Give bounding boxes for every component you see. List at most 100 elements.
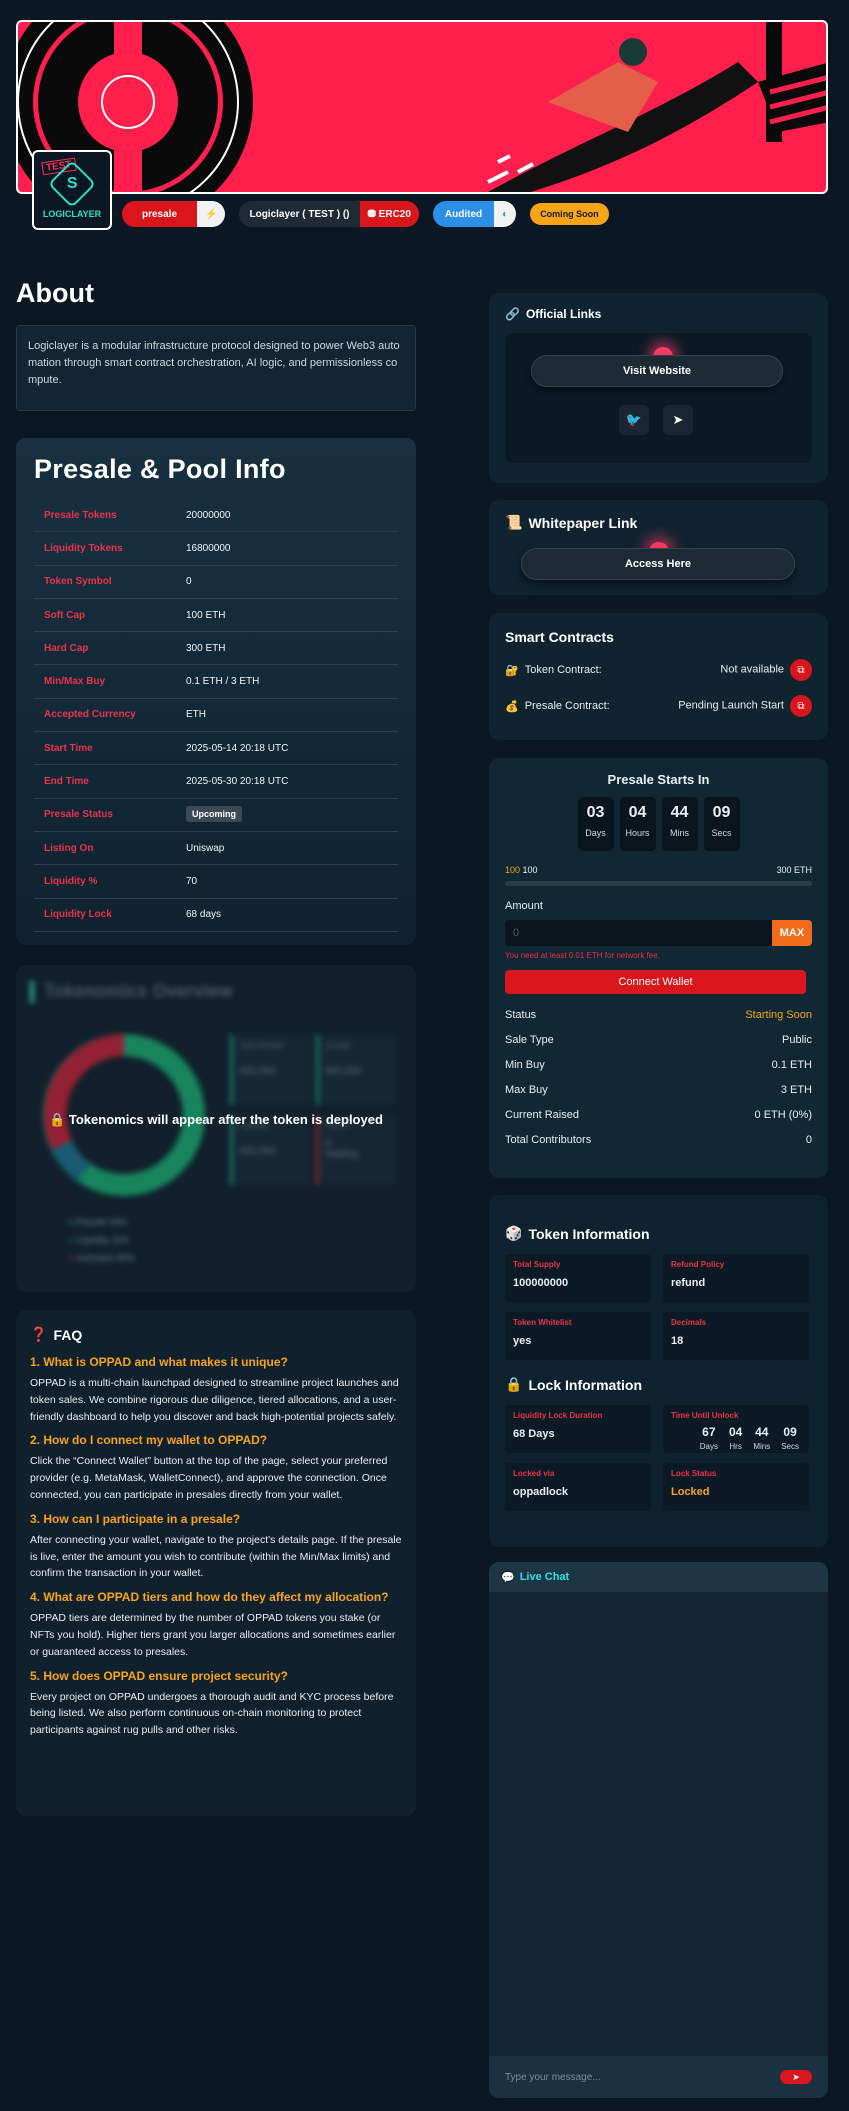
- banner-artwork: [18, 22, 826, 192]
- countdown-unit: 09 Secs: [703, 797, 740, 851]
- pool-info-value: 0: [186, 576, 192, 588]
- link-icon: 🔗: [505, 307, 520, 321]
- connect-wallet-button[interactable]: Connect Wallet: [505, 970, 806, 994]
- pool-info-row: Hard Cap 300 ETH: [34, 632, 398, 666]
- faq-question[interactable]: 2. How do I connect my wallet to OPPAD?: [30, 1433, 402, 1447]
- token-info-cell: Refund Policy refund: [663, 1254, 809, 1302]
- about-description: Logiclayer is a modular infrastructure p…: [16, 325, 416, 411]
- chat-message-input[interactable]: Type your message...: [505, 2072, 601, 2083]
- unlock-countdown-unit: 09 Secs: [781, 1425, 799, 1451]
- scroll-icon: 📜: [505, 514, 523, 530]
- token-info-title: Token Information: [528, 1225, 650, 1242]
- amount-input[interactable]: 0: [505, 920, 772, 946]
- whitepaper-card: 📜 Whitepaper Link Access Here: [489, 500, 828, 595]
- live-chat-panel: 💬 Live Chat Type your message... ➤: [489, 1562, 828, 2098]
- pool-info-row: Liquidity Lock 68 days: [34, 899, 398, 932]
- pool-info-row: Start Time 2025-05-14 20:18 UTC: [34, 732, 398, 766]
- dice-icon: 🎲: [505, 1225, 523, 1241]
- pool-info-value: 70: [186, 875, 198, 887]
- countdown-unit: 44 Mins: [661, 797, 698, 851]
- presale-badge: presale ⚡: [122, 201, 226, 227]
- presale-contract-row: 💰 Presale Contract: Pending Launch Start ⧉: [505, 695, 812, 717]
- pool-info-row: End Time 2025-05-30 20:18 UTC: [34, 765, 398, 799]
- presale-stat-row: Total Contributors 0: [505, 1133, 812, 1146]
- chain-badge: Logiclayer ( TEST ) () ⛃ ERC20: [239, 201, 419, 227]
- visit-website-button[interactable]: Visit Website: [531, 355, 783, 387]
- token-info-cell: Token Whitelist yes: [505, 1312, 651, 1360]
- token-contract-value: Not available: [720, 663, 784, 676]
- access-whitepaper-button[interactable]: Access Here: [521, 548, 795, 580]
- telegram-icon[interactable]: ➤: [663, 405, 693, 435]
- tokenomics-blurred-preview: Tokenomics Overview ● Presale 44% ● Liqu…: [16, 965, 416, 1292]
- presale-widget: Presale Starts In 03 Days 04 Hours 44 Mins 09 S…: [489, 758, 828, 1178]
- pool-info-row: Presale Tokens 20000000: [34, 499, 398, 533]
- pool-info-value: 0.1 ETH / 3 ETH: [186, 676, 260, 688]
- copy-icon[interactable]: ⧉: [790, 659, 812, 681]
- lock-icon: 🔒: [505, 1376, 523, 1392]
- faq-question[interactable]: 4. What are OPPAD tiers and how do they …: [30, 1590, 402, 1604]
- network-fee-warning: You need at least 0.01 ETH for network f…: [505, 951, 660, 960]
- pool-info-row: Listing On Uniswap: [34, 832, 398, 866]
- pool-info-label: Liquidity Lock: [44, 909, 112, 921]
- presale-status-badge: Upcoming: [186, 806, 242, 823]
- audit-badge[interactable]: Audited ◐: [432, 201, 517, 227]
- token-info-cell: Total Supply 100000000: [505, 1254, 651, 1302]
- pool-info-row: Liquidity Tokens 16800000: [34, 532, 398, 566]
- pool-info-value: 100 ETH: [186, 609, 226, 621]
- pool-info-row: Accepted Currency ETH: [34, 699, 398, 733]
- token-contract-row: 🔐 Token Contract: Not available ⧉: [505, 659, 812, 681]
- faq-question[interactable]: 3. How can I participate in a presale?: [30, 1512, 402, 1526]
- links-panel: Visit Website 🐦 ➤: [505, 333, 812, 463]
- pool-info-title: Presale & Pool Info: [34, 454, 286, 484]
- presale-stat-row: Max Buy 3 ETH: [505, 1083, 812, 1096]
- copy-icon[interactable]: ⧉: [790, 695, 812, 717]
- pool-info-value: Uniswap: [186, 842, 225, 854]
- pool-info-label: Hard Cap: [44, 642, 89, 654]
- pool-info-label: Min/Max Buy: [44, 676, 106, 688]
- pool-info-value: 16800000: [186, 542, 231, 554]
- token-info-cell: Decimals 18: [663, 1312, 809, 1360]
- faq-question[interactable]: 5. How does OPPAD ensure project securit…: [30, 1669, 402, 1683]
- official-links-title: Official Links: [525, 307, 602, 321]
- unlock-countdown-unit: 67 Days: [699, 1425, 718, 1451]
- faq-answer: After connecting your wallet, navigate t…: [30, 1533, 402, 1580]
- presale-stat-row: Current Raised 0 ETH (0%): [505, 1108, 812, 1121]
- official-links-card: 🔗 Official Links Visit Website 🐦 ➤: [489, 293, 828, 483]
- project-logo: TEST S LOGICLAYER: [32, 150, 112, 230]
- project-banner: [16, 20, 828, 194]
- presale-progress-bar: [505, 881, 812, 886]
- question-icon: ❓: [30, 1326, 48, 1342]
- lock-key-icon: 🔐: [505, 664, 519, 677]
- soft-cap-marker: 100: [505, 865, 521, 875]
- money-bag-icon: 💰: [505, 700, 519, 713]
- max-button[interactable]: MAX: [772, 920, 812, 946]
- pool-info-card: Presale & Pool Info Presale Tokens 200000…: [16, 438, 416, 945]
- send-icon[interactable]: ➤: [780, 2070, 812, 2084]
- pool-info-value: 20000000: [186, 509, 231, 521]
- lock-info-title: Lock Information: [528, 1376, 642, 1393]
- countdown-unit: 04 Hours: [619, 797, 656, 851]
- presale-stat-row: Status Starting Soon: [505, 1008, 812, 1021]
- pool-info-label: Liquidity %: [44, 875, 98, 887]
- twitter-icon[interactable]: 🐦: [619, 405, 649, 435]
- smart-contracts-card: Smart Contracts 🔐 Token Contract: Not ava…: [489, 613, 828, 740]
- faq-question[interactable]: 1. What is OPPAD and what makes it uniqu…: [30, 1355, 402, 1369]
- presale-stat-row: Min Buy 0.1 ETH: [505, 1058, 812, 1071]
- faq-card: ❓ FAQ 1. What is OPPAD and what makes it…: [16, 1310, 416, 1816]
- faq-answer: OPPAD tiers are determined by the number…: [30, 1612, 396, 1658]
- locked-via-cell: Locked via oppadlock: [505, 1463, 651, 1511]
- pool-info-row: Liquidity % 70: [34, 865, 398, 899]
- faq-answer: OPPAD is a multi-chain launchpad designe…: [30, 1377, 399, 1423]
- about-title: About: [16, 278, 94, 308]
- countdown-unit: 03 Days: [577, 797, 614, 851]
- pool-info-value: 300 ETH: [186, 642, 226, 654]
- presale-countdown: 03 Days 04 Hours 44 Mins 09 Secs: [505, 797, 812, 851]
- pool-info-label: Accepted Currency: [44, 709, 136, 721]
- faq-answer: Click the “Connect Wallet” button at the…: [30, 1455, 388, 1501]
- pool-info-value: 2025-05-30 20:18 UTC: [186, 776, 289, 788]
- pool-info-value: ETH: [186, 709, 206, 721]
- pool-info-label: Listing On: [44, 842, 94, 854]
- pool-info-value: 68 days: [186, 909, 222, 921]
- pool-info-label: Presale Tokens: [44, 509, 117, 521]
- pool-info-row: Presale Status Upcoming: [34, 799, 398, 832]
